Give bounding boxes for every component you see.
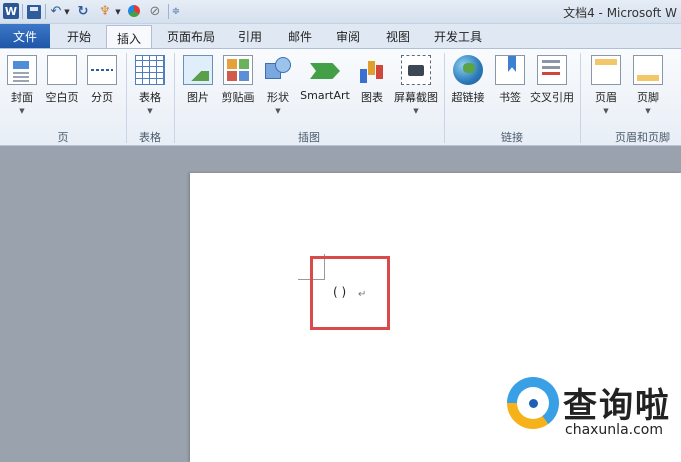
footer-label: 页脚 <box>637 91 659 104</box>
picture-icon <box>183 55 213 85</box>
ribbon-insert: 封面 ▼ 空白页 分页 页 表格 ▼ 表格 图片 剪贴画 形状 ▼ SmartA… <box>0 48 681 146</box>
format-painter-icon[interactable]: ♆ <box>96 3 114 20</box>
cover-page-button[interactable]: 封面 ▼ <box>0 55 44 117</box>
group-label-tables: 表格 <box>139 131 161 144</box>
group-label-pages: 页 <box>57 131 69 144</box>
footer-button[interactable]: 页脚 ▼ <box>626 55 670 117</box>
bookmark-button[interactable]: 书签 <box>488 55 532 117</box>
chevron-down-icon: ▼ <box>19 107 25 115</box>
smartart-icon <box>310 55 340 85</box>
title-bar: W ↶ ▼ ↻ ♆ ▼ ⊘ ≑ 文档4 - Microsoft W <box>0 0 681 24</box>
chevron-down-icon: ▼ <box>603 107 609 115</box>
bookmark-icon <box>495 55 525 85</box>
qa-separator <box>22 4 23 19</box>
tab-review[interactable]: 审阅 <box>328 24 368 48</box>
picture-button[interactable]: 图片 <box>176 55 220 117</box>
cover-page-icon <box>7 55 37 85</box>
tab-file[interactable]: 文件 <box>0 24 50 48</box>
group-label-header-footer: 页眉和页脚 <box>615 131 670 144</box>
tab-home[interactable]: 开始 <box>58 24 100 48</box>
table-icon <box>135 55 165 85</box>
color-wheel-icon[interactable] <box>128 5 140 17</box>
blank-page-button[interactable]: 空白页 <box>40 55 84 117</box>
chevron-down-icon: ▼ <box>413 107 419 115</box>
watermark-url: chaxunla.com <box>565 422 663 438</box>
hyperlink-icon <box>453 55 483 85</box>
format-dropdown-icon[interactable]: ▼ <box>114 3 122 20</box>
redo-icon[interactable]: ↻ <box>76 3 90 20</box>
tab-page-layout[interactable]: 页面布局 <box>160 24 222 48</box>
cross-reference-icon <box>537 55 567 85</box>
tab-references[interactable]: 引用 <box>230 24 270 48</box>
tab-mailings[interactable]: 邮件 <box>280 24 320 48</box>
shapes-icon <box>263 55 293 85</box>
watermark-title: 查询啦 <box>563 386 671 426</box>
header-button[interactable]: 页眉 ▼ <box>584 55 628 117</box>
group-label-links: 链接 <box>501 131 523 144</box>
customize-qa-icon[interactable]: ≑ <box>171 3 181 20</box>
undo-dropdown-icon[interactable]: ▼ <box>63 3 71 20</box>
smartart-button[interactable]: SmartArt <box>300 55 350 117</box>
screenshot-button[interactable]: 屏幕截图 ▼ <box>394 55 438 117</box>
tab-view[interactable]: 视图 <box>378 24 418 48</box>
qa-separator <box>168 4 169 19</box>
shapes-button[interactable]: 形状 ▼ <box>256 55 300 117</box>
qa-separator <box>45 4 46 19</box>
screenshot-label: 屏幕截图 <box>394 91 438 104</box>
clip-art-button[interactable]: 剪贴画 <box>216 55 260 117</box>
hyperlink-button[interactable]: 超链接 <box>446 55 490 117</box>
screenshot-icon <box>401 55 431 85</box>
footer-icon <box>633 55 663 85</box>
cross-reference-button[interactable]: 交叉引用 <box>530 55 574 117</box>
undo-icon[interactable]: ↶ <box>49 3 63 20</box>
cross-reference-label: 交叉引用 <box>530 91 574 104</box>
chart-button[interactable]: 图表 <box>350 55 394 117</box>
window-title: 文档4 - Microsoft W <box>563 6 677 20</box>
clip-art-icon <box>223 55 253 85</box>
table-button[interactable]: 表格 ▼ <box>128 55 172 117</box>
header-icon <box>591 55 621 85</box>
blank-page-icon <box>47 55 77 85</box>
save-icon[interactable] <box>27 5 41 19</box>
chevron-down-icon: ▼ <box>147 107 153 115</box>
document-text[interactable]: ( ) <box>333 285 346 299</box>
page-break-icon <box>87 55 117 85</box>
eraser-icon[interactable]: ⊘ <box>148 3 162 20</box>
paragraph-mark-icon: ↵ <box>358 289 367 300</box>
ribbon-tabs: 文件 开始 插入 页面布局 引用 邮件 审阅 视图 开发工具 <box>0 24 681 50</box>
tab-developer[interactable]: 开发工具 <box>426 24 490 48</box>
watermark-logo-icon <box>507 377 559 429</box>
tab-insert[interactable]: 插入 <box>106 25 152 50</box>
chart-icon <box>357 55 387 85</box>
chevron-down-icon: ▼ <box>275 107 281 115</box>
word-app-icon[interactable]: W <box>3 3 19 19</box>
chevron-down-icon: ▼ <box>645 107 651 115</box>
highlight-box <box>310 256 390 330</box>
page-break-button[interactable]: 分页 <box>80 55 124 117</box>
group-label-illustrations: 插图 <box>298 131 320 144</box>
